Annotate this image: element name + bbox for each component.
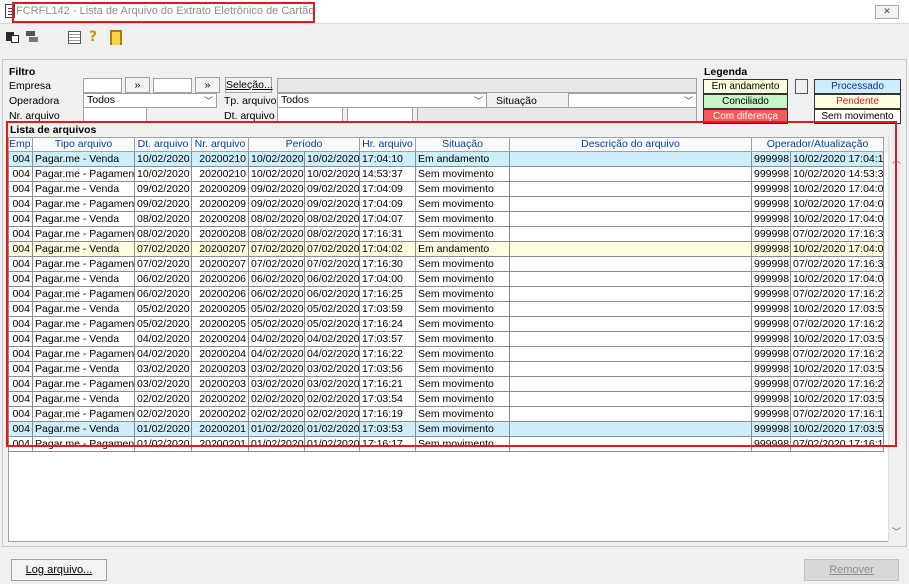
exit-door-icon[interactable] — [108, 30, 122, 45]
empresa-from-nav-button[interactable]: » — [125, 77, 150, 93]
help-icon[interactable]: ? — [89, 30, 101, 44]
close-button[interactable]: ✕ — [875, 5, 899, 19]
tp-arquivo-value: Todos — [281, 94, 310, 106]
empresa-label: Empresa — [9, 80, 52, 92]
dt-arquivo-to-input[interactable] — [347, 107, 413, 122]
selecao-button[interactable]: Seleção... — [225, 77, 273, 93]
empresa-description-field — [277, 78, 697, 93]
copy-icon[interactable] — [26, 30, 38, 44]
operadora-label: Operadora — [9, 95, 60, 107]
log-arquivo-button[interactable]: Log arquivo... — [11, 559, 107, 581]
empresa-to-input[interactable] — [153, 78, 192, 93]
tp-arquivo-label: Tp. arquivo — [224, 95, 277, 107]
legend-checkbox[interactable] — [795, 79, 808, 94]
remover-label: Remover — [829, 564, 874, 576]
selecao-button-label: Seleção... — [226, 79, 273, 91]
legend-title: Legenda — [704, 66, 748, 78]
save-icon[interactable] — [6, 30, 19, 44]
filter-section-label: Filtro — [9, 66, 36, 78]
dt-arquivo-from-input[interactable] — [277, 107, 343, 122]
situacao-select[interactable]: ﹀ — [568, 93, 697, 108]
title-bar: FCRFL142 - Lista de Arquivo do Extrato E… — [0, 0, 909, 24]
empresa-from-input[interactable] — [83, 78, 122, 93]
calculator-icon[interactable] — [68, 30, 81, 44]
scroll-down-icon[interactable]: ﹀ — [892, 525, 901, 538]
operadora-value: Todos — [87, 94, 116, 106]
legend-pendente: Pendente — [814, 94, 901, 109]
toolbar: ? — [0, 26, 909, 48]
legend-processado: Processado — [814, 79, 901, 94]
operadora-select[interactable]: Todos ﹀ — [83, 93, 217, 108]
tp-arquivo-select[interactable]: Todos ﹀ — [277, 93, 487, 108]
remover-button[interactable]: Remover — [804, 559, 899, 581]
chevron-down-icon: ﹀ — [203, 96, 213, 106]
list-highlight-frame — [6, 121, 897, 447]
empresa-to-nav-button[interactable]: » — [195, 77, 220, 93]
dt-arquivo-extra-field — [417, 107, 697, 122]
situacao-label: Situação — [496, 95, 537, 107]
title-highlight-frame — [12, 2, 315, 23]
nr-arquivo-input[interactable] — [83, 107, 147, 122]
log-arquivo-label: Log arquivo... — [25, 564, 93, 576]
legend-conciliado: Conciliado — [703, 94, 788, 109]
legend-em-andamento: Em andamento — [703, 79, 788, 94]
